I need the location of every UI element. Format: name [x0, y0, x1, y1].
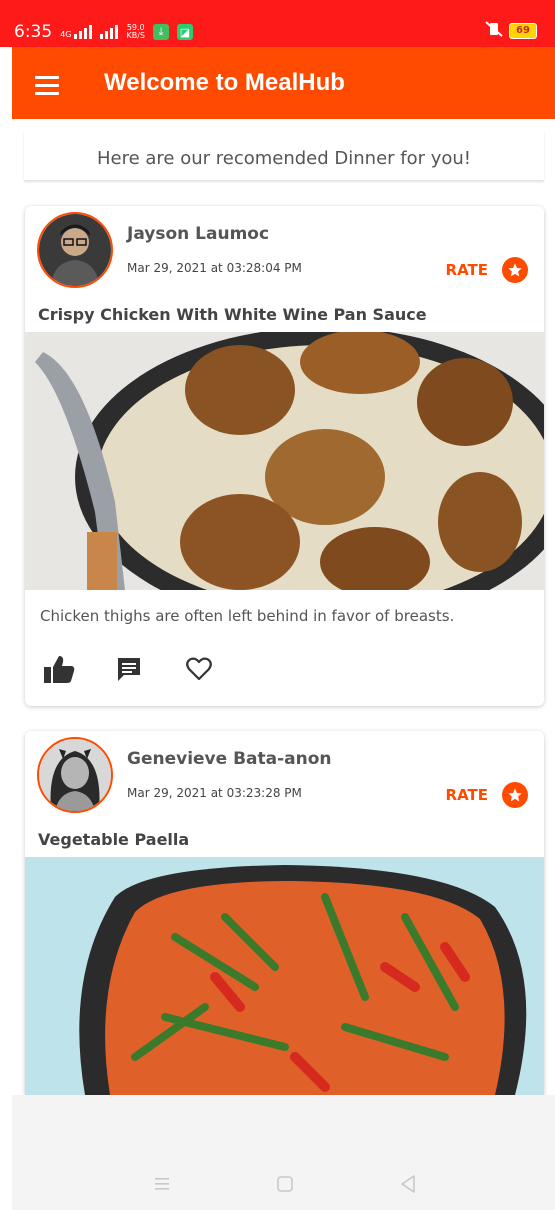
- download-notification-icon: ⤓: [153, 24, 169, 40]
- post-actions: [42, 652, 216, 686]
- recommendation-text: Here are our recomended Dinner for you!: [96, 148, 472, 169]
- meal-image[interactable]: [25, 857, 544, 1095]
- speed-unit: KB/S: [126, 31, 145, 40]
- post-date: Mar 29, 2021 at 03:23:28 PM: [127, 786, 302, 800]
- recent-apps-icon[interactable]: [150, 1172, 174, 1196]
- meal-title: Crispy Chicken With White Wine Pan Sauce: [38, 305, 427, 324]
- thumbs-up-icon[interactable]: [42, 652, 76, 686]
- post-card[interactable]: Genevieve Bata-anon Mar 29, 2021 at 03:2…: [25, 731, 544, 1095]
- vibrate-mute-icon: [485, 21, 503, 41]
- signal-4g-icon: 4G: [60, 25, 93, 39]
- post-card[interactable]: Jayson Laumoc Mar 29, 2021 at 03:28:04 P…: [25, 206, 544, 706]
- recommendation-header: Here are our recomended Dinner for you!: [24, 130, 544, 180]
- home-icon[interactable]: [273, 1172, 297, 1196]
- app-notification-icon: ◪: [177, 24, 193, 40]
- post-date: Mar 29, 2021 at 03:28:04 PM: [127, 261, 302, 275]
- meal-image[interactable]: [25, 327, 544, 627]
- network-speed: 59.0 KB/S: [126, 24, 145, 40]
- network-type-label: 4G: [60, 30, 72, 39]
- status-time: 6:35: [14, 22, 53, 42]
- status-right: 69: [485, 21, 537, 41]
- star-icon[interactable]: [502, 257, 528, 283]
- rate-button[interactable]: RATE: [446, 257, 528, 283]
- avatar[interactable]: [37, 737, 113, 813]
- navigation-bar: [12, 1095, 555, 1210]
- rate-button[interactable]: RATE: [446, 782, 528, 808]
- back-icon[interactable]: [396, 1172, 420, 1196]
- heart-icon[interactable]: [182, 652, 216, 686]
- battery-icon: 69: [509, 23, 537, 39]
- meal-title: Vegetable Paella: [38, 830, 190, 849]
- app-title: Welcome to MealHub: [104, 69, 345, 96]
- hamburger-menu-icon[interactable]: [35, 76, 59, 96]
- author-name: Jayson Laumoc: [127, 224, 270, 244]
- status-left: 6:35 4G 59.0 KB/S ⤓ ◪: [14, 22, 193, 42]
- rate-label: RATE: [445, 786, 488, 804]
- author-name: Genevieve Bata-anon: [127, 749, 332, 769]
- star-icon[interactable]: [502, 782, 528, 808]
- status-bar: 6:35 4G 59.0 KB/S ⤓ ◪ 69: [0, 0, 555, 47]
- avatar[interactable]: [37, 212, 113, 288]
- meal-description: Chicken thighs are often left behind in …: [40, 607, 455, 625]
- comment-icon[interactable]: [112, 652, 146, 686]
- signal-strength-icon: [100, 25, 119, 39]
- rate-label: RATE: [445, 261, 488, 279]
- app-bar: Welcome to MealHub: [12, 47, 555, 119]
